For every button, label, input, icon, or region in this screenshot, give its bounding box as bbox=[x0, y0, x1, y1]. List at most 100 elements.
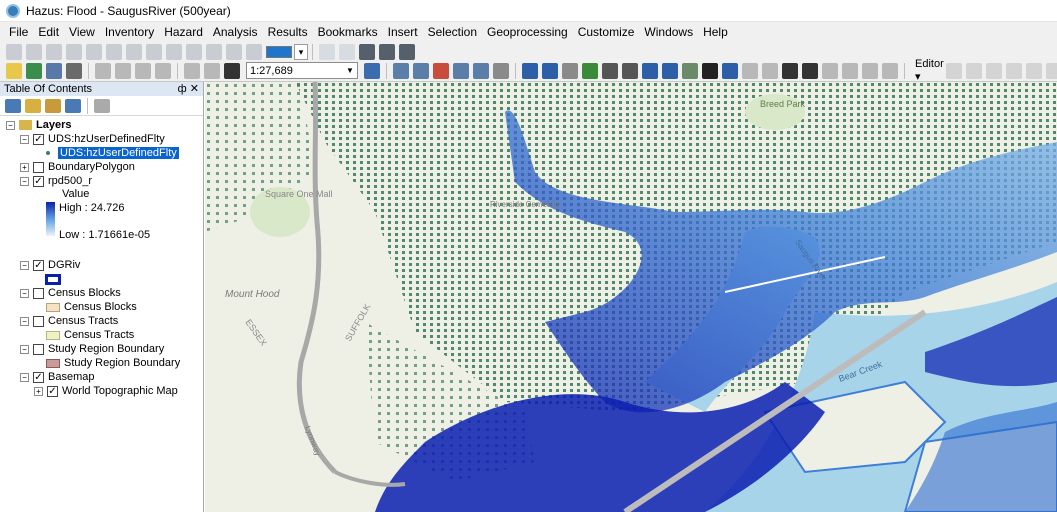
expand-icon[interactable]: + bbox=[20, 162, 29, 172]
end-point-arc-icon[interactable] bbox=[1005, 62, 1022, 79]
edit-annotation-icon[interactable] bbox=[965, 62, 982, 79]
tool-icon-12[interactable] bbox=[226, 44, 242, 60]
delete-icon[interactable] bbox=[155, 62, 171, 79]
find-route-icon[interactable] bbox=[822, 62, 838, 79]
map-scale-combo[interactable]: ▼ bbox=[246, 62, 358, 79]
layer-symbol-census-tracts[interactable]: Census Tracts bbox=[46, 328, 134, 342]
layer-rpd500[interactable]: − ✓ rpd500_r bbox=[20, 174, 92, 188]
layer-checkbox[interactable] bbox=[33, 315, 44, 327]
zoom-in-icon[interactable] bbox=[522, 62, 538, 79]
redo-icon[interactable] bbox=[204, 62, 220, 79]
collapse-icon[interactable]: − bbox=[20, 134, 29, 144]
edit-tool-icon[interactable] bbox=[945, 62, 962, 79]
point-icon[interactable] bbox=[1045, 62, 1057, 79]
tool-icon-2[interactable] bbox=[26, 44, 42, 60]
measure-icon[interactable] bbox=[782, 62, 798, 79]
tool-icon-1[interactable] bbox=[6, 44, 22, 60]
add-data-dropdown-icon[interactable] bbox=[224, 62, 240, 79]
layer-census-blocks[interactable]: − Census Blocks bbox=[20, 286, 121, 300]
html-popup-icon[interactable] bbox=[762, 62, 778, 79]
editor-toolbar-icon[interactable] bbox=[364, 62, 380, 79]
undo-icon[interactable] bbox=[184, 62, 200, 79]
tool-icon-3[interactable] bbox=[46, 44, 62, 60]
tool-icon-9[interactable] bbox=[166, 44, 182, 60]
zoom-out-icon[interactable] bbox=[542, 62, 558, 79]
menu-inventory[interactable]: Inventory bbox=[100, 22, 159, 42]
viewer-icon[interactable] bbox=[882, 62, 898, 79]
select-features-icon[interactable] bbox=[682, 62, 698, 79]
map-scale-input[interactable] bbox=[247, 63, 343, 78]
binoculars-icon[interactable] bbox=[359, 44, 375, 60]
menu-customize[interactable]: Customize bbox=[573, 22, 640, 42]
layer-uds[interactable]: − ✓ UDS:hzUserDefinedFlty bbox=[20, 132, 165, 146]
tool-icon-10[interactable] bbox=[186, 44, 202, 60]
editor-menu[interactable]: Editor ▾ bbox=[915, 58, 944, 83]
tool-icon-7[interactable] bbox=[126, 44, 142, 60]
pan-icon[interactable] bbox=[562, 62, 578, 79]
layer-checkbox[interactable]: ✓ bbox=[47, 385, 58, 397]
add-data-icon[interactable] bbox=[26, 62, 42, 79]
go-to-xy-icon[interactable] bbox=[842, 62, 858, 79]
identify-icon[interactable] bbox=[722, 62, 738, 79]
menu-hazard[interactable]: Hazard bbox=[159, 22, 208, 42]
tool-icon-13[interactable] bbox=[246, 44, 262, 60]
binoculars-find-icon[interactable] bbox=[802, 62, 818, 79]
copy-icon[interactable] bbox=[115, 62, 131, 79]
layers-group[interactable]: − Layers bbox=[6, 118, 71, 132]
layer-checkbox[interactable]: ✓ bbox=[33, 175, 44, 187]
tool-icon-6[interactable] bbox=[106, 44, 122, 60]
layer-checkbox[interactable] bbox=[33, 287, 44, 299]
list-by-selection-icon[interactable] bbox=[65, 98, 81, 113]
print-icon[interactable] bbox=[66, 62, 82, 79]
fixed-zoom-in-icon[interactable] bbox=[602, 62, 618, 79]
hyperlink-icon[interactable] bbox=[742, 62, 758, 79]
time-slider-icon[interactable] bbox=[862, 62, 878, 79]
layer-boundary-polygon[interactable]: + BoundaryPolygon bbox=[20, 160, 135, 174]
chevron-down-icon[interactable]: ▾ bbox=[294, 44, 308, 60]
collapse-icon[interactable]: − bbox=[20, 288, 29, 298]
layer-dgriv[interactable]: − ✓ DGRiv bbox=[20, 258, 80, 272]
full-extent-icon[interactable] bbox=[582, 62, 598, 79]
layer-checkbox[interactable]: ✓ bbox=[33, 371, 44, 383]
layer-symbol-dgriv[interactable] bbox=[45, 272, 64, 286]
menu-file[interactable]: File bbox=[4, 22, 33, 42]
list-by-source-icon[interactable] bbox=[25, 98, 41, 113]
layer-symbol-uds[interactable]: UDS:hzUserDefinedFlty bbox=[46, 146, 179, 160]
arctoolbox-icon[interactable] bbox=[433, 62, 449, 79]
tool-icon-14[interactable] bbox=[319, 44, 335, 60]
fixed-zoom-out-icon[interactable] bbox=[622, 62, 638, 79]
new-doc-icon[interactable] bbox=[6, 62, 22, 79]
menu-bookmarks[interactable]: Bookmarks bbox=[313, 22, 383, 42]
collapse-icon[interactable]: − bbox=[20, 260, 29, 270]
menu-help[interactable]: Help bbox=[698, 22, 733, 42]
tool-icon-8[interactable] bbox=[146, 44, 162, 60]
collapse-icon[interactable]: − bbox=[6, 120, 15, 130]
color-swatch[interactable] bbox=[266, 46, 292, 58]
symbol-label-selected[interactable]: UDS:hzUserDefinedFlty bbox=[58, 147, 179, 159]
map-view[interactable]: Breed Park Square One Mall Mount Hood ES… bbox=[205, 82, 1057, 512]
menu-selection[interactable]: Selection bbox=[423, 22, 482, 42]
layer-world-topo[interactable]: + ✓ World Topographic Map bbox=[34, 384, 178, 398]
tool-icon-11[interactable] bbox=[206, 44, 222, 60]
catalog-icon[interactable] bbox=[413, 62, 429, 79]
layer-checkbox[interactable] bbox=[33, 161, 44, 173]
menu-results[interactable]: Results bbox=[263, 22, 313, 42]
layer-checkbox[interactable]: ✓ bbox=[33, 133, 44, 145]
list-by-drawing-order-icon[interactable] bbox=[5, 98, 21, 113]
layer-checkbox[interactable] bbox=[33, 343, 44, 355]
binoculars-icon-2[interactable] bbox=[379, 44, 395, 60]
trace-icon[interactable] bbox=[1025, 62, 1042, 79]
forward-icon[interactable] bbox=[662, 62, 678, 79]
map-canvas[interactable]: Breed Park Square One Mall Mount Hood ES… bbox=[205, 82, 1057, 512]
layer-study-region[interactable]: − Study Region Boundary bbox=[20, 342, 164, 356]
straight-segment-icon[interactable] bbox=[985, 62, 1002, 79]
menu-analysis[interactable]: Analysis bbox=[208, 22, 263, 42]
table-icon[interactable] bbox=[393, 62, 409, 79]
save-icon[interactable] bbox=[46, 62, 62, 79]
tool-icon-4[interactable] bbox=[66, 44, 82, 60]
paste-icon[interactable] bbox=[135, 62, 151, 79]
collapse-icon[interactable]: − bbox=[20, 344, 29, 354]
layer-basemap[interactable]: − ✓ Basemap bbox=[20, 370, 94, 384]
layer-checkbox[interactable]: ✓ bbox=[33, 259, 44, 271]
python-icon[interactable] bbox=[453, 62, 469, 79]
